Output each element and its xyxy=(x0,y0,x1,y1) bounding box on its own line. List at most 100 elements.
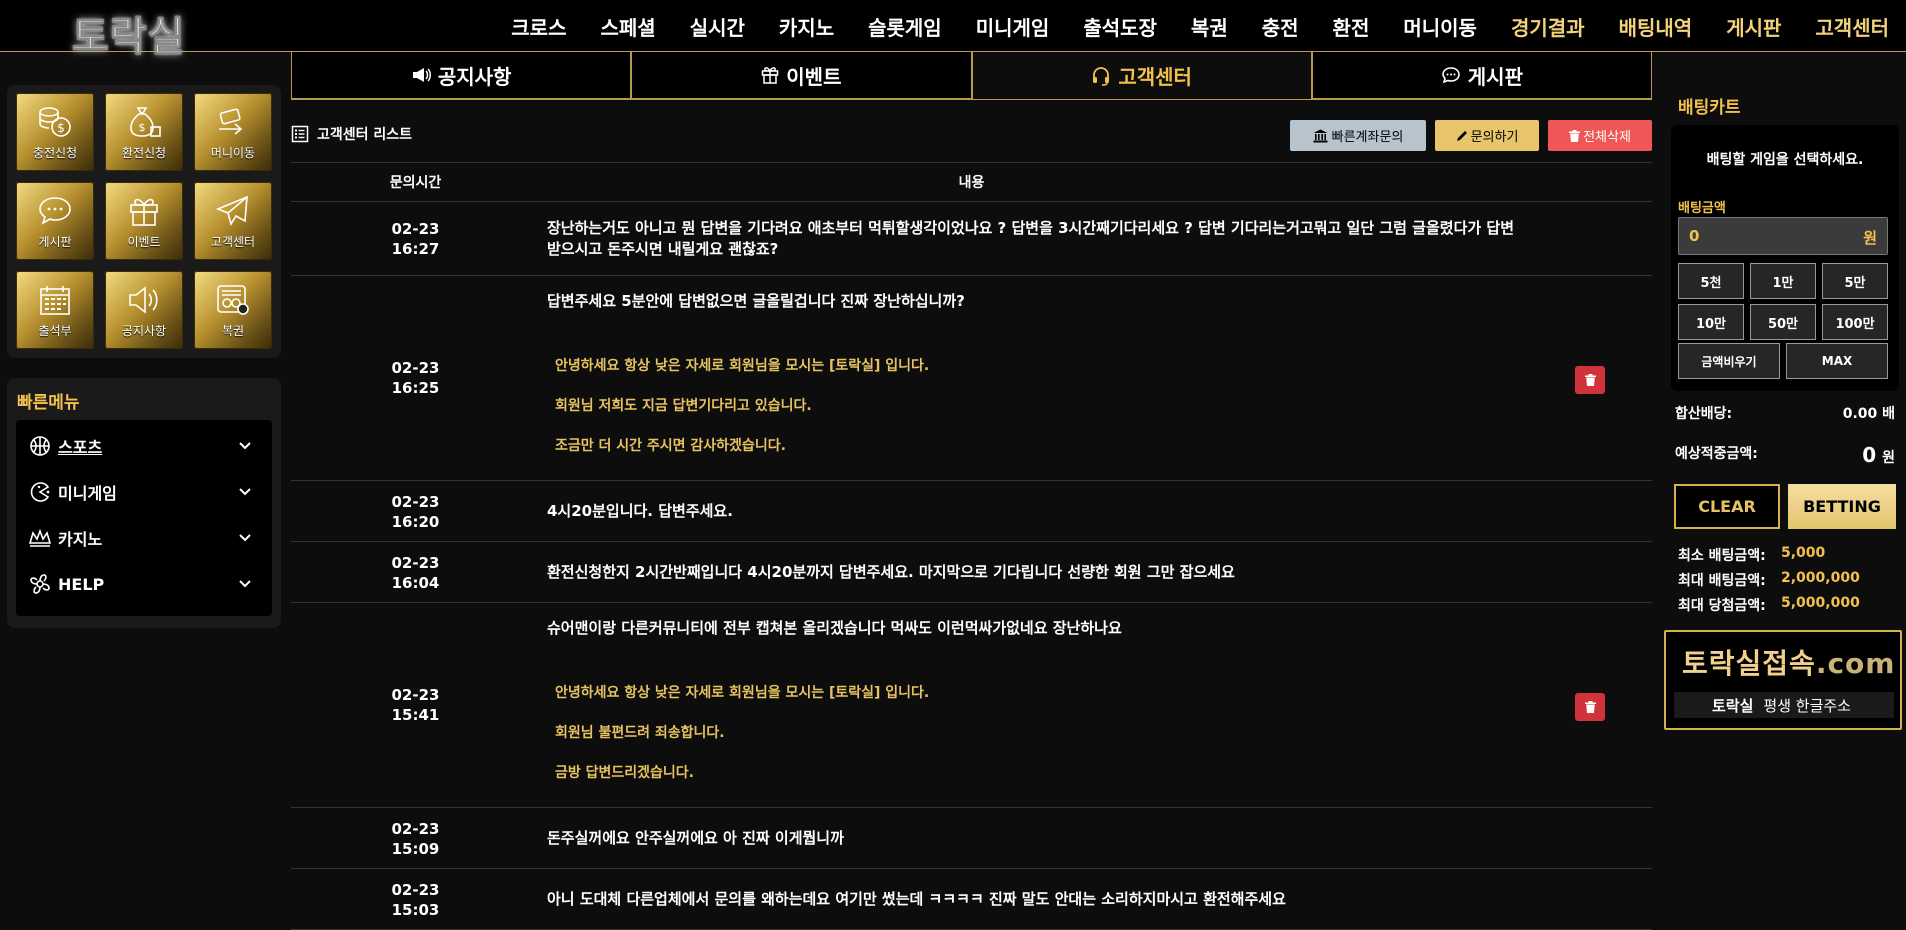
tile-gift[interactable]: 이벤트 xyxy=(105,182,183,260)
tile-coins[interactable]: $ 충전신청 xyxy=(16,93,94,171)
nav-item-14[interactable]: 고객센터 xyxy=(1815,12,1889,41)
trash-icon xyxy=(1584,374,1596,386)
tile-paper-plane[interactable]: 고객센터 xyxy=(194,182,272,260)
chevron-down-icon xyxy=(236,574,254,592)
tile-calendar[interactable]: 출석부 xyxy=(16,271,94,349)
nav-item-9[interactable]: 환전 xyxy=(1333,12,1370,41)
amount-chip-button[interactable]: 50만 xyxy=(1750,304,1816,340)
nav-item-3[interactable]: 카지노 xyxy=(779,12,834,41)
amount-chip-button[interactable]: 5천 xyxy=(1678,263,1744,299)
row-delete-button[interactable] xyxy=(1575,366,1605,394)
delete-all-button[interactable]: 전체삭제 xyxy=(1548,120,1652,151)
row-answer-line: 금방 답변드리겠습니다. xyxy=(555,765,694,781)
quick-menu-item-basketball[interactable]: 스포츠 xyxy=(28,426,260,466)
bet-amount-input[interactable]: 0 원 xyxy=(1678,217,1888,255)
table-row[interactable]: 02-23 15:41 슈어맨이랑 다른커뮤니티에 전부 캡쳐본 올리겠습니다 먹싸… xyxy=(291,603,1652,808)
tab-0[interactable]: 공지사항 xyxy=(291,52,632,99)
inquiry-table: 문의시간 내용 02-23 16:27 장난하는거도 아니고 뭔 답변을 기다려요 … xyxy=(291,162,1652,930)
row-clock: 15:41 xyxy=(391,706,440,724)
quick-account-inquiry-label: 빠른계좌문의 xyxy=(1331,130,1404,145)
tile-speaker[interactable]: 공지사항 xyxy=(105,271,183,349)
row-answer-line: 회원님 저희도 지금 답변기다리고 있습니다. xyxy=(555,398,812,414)
bank-icon xyxy=(1313,129,1328,142)
money-bag-icon: $ xyxy=(124,103,164,141)
table-row[interactable]: 02-23 16:20 4시20분입니다. 답변주세요. xyxy=(291,481,1652,542)
tab-2[interactable]: 고객센터 xyxy=(971,52,1312,99)
nav-item-0[interactable]: 크로스 xyxy=(511,12,566,41)
row-delete-button[interactable] xyxy=(1575,693,1605,721)
nav-item-12[interactable]: 배팅내역 xyxy=(1619,12,1693,41)
row-time: 02-23 15:41 xyxy=(291,685,540,725)
betting-button[interactable]: BETTING xyxy=(1788,484,1896,529)
row-clock: 16:27 xyxy=(391,240,440,258)
row-content: 슈어맨이랑 다른커뮤니티에 전부 캡쳐본 올리겠습니다 먹싸도 이런먹싸가없네요… xyxy=(547,619,1122,637)
quick-menu-label: 스포츠 xyxy=(58,438,103,457)
nav-item-1[interactable]: 스페셜 xyxy=(600,12,655,41)
column-time: 문의시간 xyxy=(389,175,442,191)
quick-menu-item-pacman[interactable]: 미니게임 xyxy=(28,472,260,512)
table-row[interactable]: 02-23 16:04 환전신청한지 2시간반째입니다 4시20분까지 답변주세요.… xyxy=(291,542,1652,603)
row-time: 02-23 15:03 xyxy=(291,880,540,920)
clear-button[interactable]: CLEAR xyxy=(1674,484,1780,529)
quick-menu-item-help[interactable]: HELP xyxy=(28,564,260,604)
nav-item-4[interactable]: 슬롯게임 xyxy=(868,12,942,41)
table-row[interactable]: 02-23 15:03 아니 도대체 다른업체에서 문의를 왜하는데요 여기만 썼는… xyxy=(291,869,1652,930)
banner-domain-ext: .com xyxy=(1815,647,1896,680)
tile-chat-bubble[interactable]: 게시판 xyxy=(16,182,94,260)
headset-icon xyxy=(1091,66,1118,86)
tile-lottery-ticket[interactable]: 복권 xyxy=(194,271,272,349)
nav-item-8[interactable]: 충전 xyxy=(1262,12,1299,41)
inquire-button[interactable]: 문의하기 xyxy=(1435,120,1539,151)
nav-item-10[interactable]: 머니이동 xyxy=(1403,12,1477,41)
row-time: 02-23 16:20 xyxy=(291,492,540,532)
nav-item-7[interactable]: 복권 xyxy=(1191,12,1228,41)
tab-label: 고객센터 xyxy=(1118,65,1192,89)
banner-domain: 토락실접속.com xyxy=(1682,642,1895,682)
table-row[interactable]: 02-23 16:25 답변주세요 5분안에 답변없으면 글올릴겁니다 진짜 장난하… xyxy=(291,276,1652,481)
tile-money-transfer[interactable]: 머니이동 xyxy=(194,93,272,171)
row-date: 02-23 xyxy=(391,493,440,511)
amount-chip-button[interactable]: 1만 xyxy=(1750,263,1816,299)
expected-win-label: 예상적중금액: xyxy=(1675,446,1758,462)
row-clock: 15:09 xyxy=(391,840,440,858)
tab-3[interactable]: 게시판 xyxy=(1311,52,1652,99)
tab-1[interactable]: 이벤트 xyxy=(631,52,972,99)
row-content: 아니 도대체 다른업체에서 문의를 왜하는데요 여기만 썼는데 ㅋㅋㅋㅋ 진짜 … xyxy=(547,890,1286,908)
crown-icon xyxy=(28,526,52,550)
expected-win-wrap: 0원 xyxy=(1862,443,1895,467)
max-amount-button[interactable]: MAX xyxy=(1786,343,1888,379)
list-actions: 빠른계좌문의 문의하기 전체삭제 xyxy=(1290,120,1652,151)
amount-chip-button[interactable]: 10만 xyxy=(1678,304,1744,340)
bet-cart-title: 배팅카트 xyxy=(1678,98,1741,118)
chevron-down-icon xyxy=(236,482,254,500)
chat-bubble-icon xyxy=(35,192,75,230)
chevron-down-icon xyxy=(236,528,254,546)
bet-limit-label: 최소 배팅금액: xyxy=(1678,548,1766,564)
site-logo[interactable]: 토락실 xyxy=(71,4,185,62)
nav-item-11[interactable]: 경기결과 xyxy=(1511,12,1585,41)
amount-chip-button[interactable]: 5만 xyxy=(1822,263,1888,299)
delete-all-label: 전체삭제 xyxy=(1583,130,1631,145)
nav-item-2[interactable]: 실시간 xyxy=(690,12,745,41)
reset-amount-button[interactable]: 금액비우기 xyxy=(1678,343,1780,379)
nav-item-6[interactable]: 출석도장 xyxy=(1083,12,1157,41)
row-content: 돈주실꺼에요 안주실꺼에요 아 진짜 이게뭡니까 xyxy=(547,829,844,847)
quick-account-inquiry-button[interactable]: 빠른계좌문의 xyxy=(1290,120,1426,151)
table-row[interactable]: 02-23 15:09 돈주실꺼에요 안주실꺼에요 아 진짜 이게뭡니까 xyxy=(291,808,1652,869)
row-clock: 16:20 xyxy=(391,513,440,531)
table-row[interactable]: 02-23 16:27 장난하는거도 아니고 뭔 답변을 기다려요 애초부터 먹튀할… xyxy=(291,202,1652,276)
nav-item-13[interactable]: 게시판 xyxy=(1726,12,1781,41)
coins-icon: $ xyxy=(35,103,75,141)
banner-strip: 토락실 평생 한글주소 xyxy=(1674,692,1894,718)
quick-menu-item-crown[interactable]: 카지노 xyxy=(28,518,260,558)
expected-win-row: 예상적중금액: 0원 xyxy=(1675,443,1895,467)
basketball-icon xyxy=(28,434,52,458)
nav-item-5[interactable]: 미니게임 xyxy=(976,12,1050,41)
domain-banner[interactable]: 토락실접속.com 토락실 평생 한글주소 xyxy=(1664,630,1902,730)
table-header: 문의시간 내용 xyxy=(291,162,1652,202)
bet-amount-value: 0 xyxy=(1689,227,1700,245)
quick-menu-title: 빠른메뉴 xyxy=(17,393,80,413)
amount-chip-button[interactable]: 100만 xyxy=(1822,304,1888,340)
banner-strip-text: 평생 한글주소 xyxy=(1763,696,1851,715)
tile-money-bag[interactable]: $ 환전신청 xyxy=(105,93,183,171)
